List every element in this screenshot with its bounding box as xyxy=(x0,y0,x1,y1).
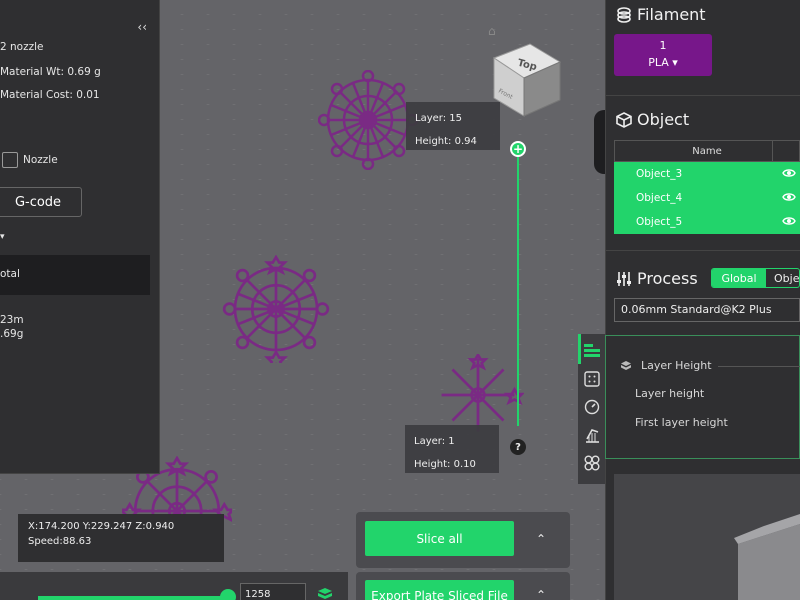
layer-height-group-title: Layer Height xyxy=(641,359,712,372)
process-section-title: Process xyxy=(616,269,698,288)
visibility-eye-icon[interactable] xyxy=(782,216,796,226)
total-weight: .69g xyxy=(0,328,24,340)
model-object-center[interactable] xyxy=(222,255,330,363)
material-cost: Material Cost: 0.01 xyxy=(0,89,100,101)
total-label: otal xyxy=(0,268,20,280)
section-divider xyxy=(605,95,800,96)
filament-chip[interactable]: 1 PLA ▾ xyxy=(614,34,712,76)
section-divider xyxy=(605,250,800,251)
group-divider xyxy=(718,366,800,367)
toggle-objects[interactable]: Objects xyxy=(766,269,799,287)
slice-panel: Slice all ⌃ xyxy=(356,512,570,568)
object-row[interactable]: Object_4 xyxy=(614,186,800,210)
infill-icon xyxy=(584,371,600,387)
top-layer-number: Layer: 15 xyxy=(415,113,462,124)
help-button[interactable]: ? xyxy=(510,439,526,455)
export-options-chevron-icon[interactable]: ⌃ xyxy=(536,588,546,600)
toggle-global[interactable]: Global xyxy=(712,269,766,287)
object-list-header[interactable]: Name xyxy=(614,140,800,163)
slice-all-label: Slice all xyxy=(416,531,463,546)
object-row[interactable]: Object_3 xyxy=(614,162,800,186)
model-object-right[interactable] xyxy=(432,354,524,436)
dropdown-caret-icon[interactable]: ▾ xyxy=(0,232,5,242)
filament-chip-type[interactable]: PLA ▾ xyxy=(614,54,712,71)
tab-others[interactable] xyxy=(582,453,602,473)
bottom-layer-number: Layer: 1 xyxy=(414,436,455,447)
object-row[interactable]: Object_5 xyxy=(614,210,800,234)
object-section-title: Object xyxy=(616,110,689,129)
model-object-top[interactable] xyxy=(318,70,418,170)
filament-chip-number: 1 xyxy=(659,39,667,52)
gcode-button[interactable]: G-code xyxy=(0,187,82,217)
export-plate-label: Export Plate Sliced File xyxy=(371,589,508,600)
cube-icon xyxy=(616,111,632,128)
total-length: 23m xyxy=(0,314,24,326)
object-row-name: Object_5 xyxy=(636,216,683,228)
top-layer-tooltip: Layer: 15 Height: 0.94 xyxy=(406,102,500,150)
layer-slider-track[interactable] xyxy=(517,150,519,426)
clover-icon xyxy=(584,455,600,471)
total-row: otal xyxy=(0,255,150,295)
tab-speed[interactable] xyxy=(582,397,602,417)
coordinates-position: X:174.200 Y:229.247 Z:0.940 xyxy=(28,521,175,532)
nozzle-info: 2 nozzle xyxy=(0,41,44,53)
gcode-button-label: G-code xyxy=(14,194,62,210)
export-plate-button[interactable]: Export Plate Sliced File xyxy=(365,580,514,600)
layer-slider-top-handle[interactable]: + xyxy=(510,141,526,157)
nozzle-checkbox[interactable] xyxy=(2,152,18,168)
toggle-global-label: Global xyxy=(721,271,757,285)
process-preset-select[interactable]: 0.06mm Standard@K2 Plus xyxy=(614,298,800,322)
top-layer-height: Height: 0.94 xyxy=(415,136,477,147)
process-title: Process xyxy=(637,269,698,288)
move-value-input[interactable] xyxy=(240,583,306,600)
cursor-coordinates: X:174.200 Y:229.247 Z:0.940 Speed:88.63 xyxy=(18,514,224,562)
object-list: Name Object_3 Object_4 Object_5 xyxy=(614,140,800,234)
layer-height-group-icon xyxy=(621,361,631,370)
process-settings-panel: Layer Height Layer height First layer he… xyxy=(605,335,800,459)
object-title: Object xyxy=(637,110,690,129)
toggle-objects-label: Objects xyxy=(774,271,799,285)
move-slider-handle[interactable] xyxy=(220,589,236,600)
filament-spool-icon xyxy=(617,6,631,23)
setting-layer-height[interactable]: Layer height xyxy=(635,387,704,400)
active-tab-indicator xyxy=(578,334,581,364)
nozzle-checkbox-label: Nozzle xyxy=(23,154,58,166)
sliders-icon xyxy=(617,271,631,286)
collapse-panel-button[interactable]: ‹‹ xyxy=(137,20,147,34)
speedometer-icon xyxy=(584,399,600,415)
process-scope-toggle: Global Objects xyxy=(711,268,800,288)
process-preset-value: 0.06mm Standard@K2 Plus xyxy=(621,303,772,316)
setting-first-layer-height[interactable]: First layer height xyxy=(635,416,728,429)
support-icon xyxy=(586,429,599,443)
layers-icon[interactable] xyxy=(318,588,332,600)
export-panel: Export Plate Sliced File ⌃ xyxy=(356,572,570,600)
object-row-name: Object_3 xyxy=(636,168,683,180)
tab-quality[interactable] xyxy=(582,341,602,361)
printer-preview xyxy=(614,474,800,600)
slice-all-button[interactable]: Slice all xyxy=(365,521,514,556)
home-view-icon[interactable]: ⌂ xyxy=(488,24,496,38)
filament-title: Filament xyxy=(637,5,706,24)
bottom-layer-height: Height: 0.10 xyxy=(414,459,476,470)
bottom-layer-tooltip: Layer: 1 Height: 0.10 xyxy=(405,425,499,473)
visibility-eye-icon[interactable] xyxy=(782,192,796,202)
tab-support[interactable] xyxy=(582,425,602,445)
slice-options-chevron-icon[interactable]: ⌃ xyxy=(536,532,546,546)
visibility-eye-icon[interactable] xyxy=(782,168,796,178)
printer-preview-graphic xyxy=(734,514,800,600)
process-tab-strip xyxy=(578,334,605,484)
object-name-column: Name xyxy=(692,145,722,157)
move-slider-track[interactable] xyxy=(38,596,228,600)
coordinates-speed: Speed:88.63 xyxy=(28,536,92,547)
material-weight: Material Wt: 0.69 g xyxy=(0,66,101,78)
slice-summary-panel: ‹‹ 2 nozzle Material Wt: 0.69 g Material… xyxy=(0,0,160,474)
view-cube[interactable]: Top Front xyxy=(490,40,564,120)
object-row-name: Object_4 xyxy=(636,192,683,204)
quality-icon xyxy=(584,344,600,357)
tab-strength[interactable] xyxy=(582,369,602,389)
filament-section-title: Filament xyxy=(616,5,706,24)
